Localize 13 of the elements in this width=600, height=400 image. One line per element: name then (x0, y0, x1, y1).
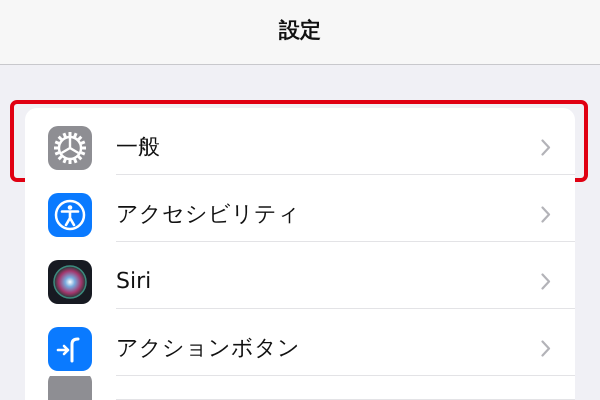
row-label: 一般 (116, 134, 161, 162)
chevron-icon (541, 206, 551, 222)
row-label: Siri (116, 268, 152, 294)
chevron-icon (541, 138, 551, 156)
row-label: アクションボタン (116, 335, 301, 363)
screen-title: 設定 (279, 17, 321, 44)
accessibility-icon (48, 192, 92, 236)
siri-icon (48, 260, 92, 304)
action-button-icon (48, 326, 92, 370)
chevron-icon (541, 272, 551, 290)
row-label: アクセシビリティ (116, 201, 301, 229)
gear-icon (48, 126, 92, 170)
chevron-icon (541, 340, 551, 356)
